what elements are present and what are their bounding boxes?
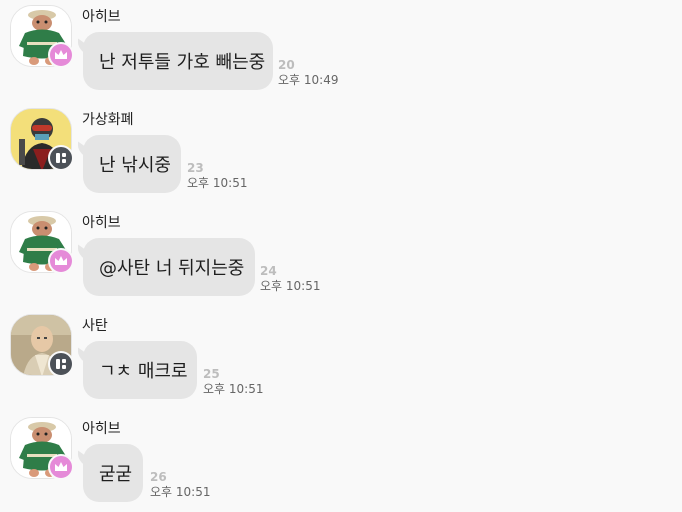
message-bubble[interactable]: 난 낚시중 <box>83 135 181 193</box>
message-bubble[interactable]: 난 저투들 가호 빼는중 <box>83 32 273 90</box>
message-meta: 24 오후 10:51 <box>260 264 320 294</box>
message-bubble[interactable]: 굳굳 <box>83 444 143 502</box>
grid-icon <box>48 351 74 377</box>
unread-count: 24 <box>260 264 277 278</box>
grid-icon <box>48 145 74 171</box>
message-meta: 26 오후 10:51 <box>150 470 210 500</box>
unread-count: 26 <box>150 470 167 484</box>
timestamp: 오후 10:51 <box>260 279 321 293</box>
chat-message: 사탄 ㄱㅊ 매크로 25 오후 10:51 <box>0 309 682 409</box>
message-bubble[interactable]: ㄱㅊ 매크로 <box>83 341 197 399</box>
chat-message: 가상화폐 난 낚시중 23 오후 10:51 <box>0 103 682 203</box>
timestamp: 오후 10:49 <box>278 73 339 87</box>
unread-count: 20 <box>278 58 295 72</box>
crown-icon <box>48 42 74 68</box>
chat-log[interactable]: 아히브 난 저투들 가호 빼는중 20 오후 10:49 가상화폐 난 낚시중 … <box>0 0 682 510</box>
timestamp: 오후 10:51 <box>187 176 248 190</box>
message-bubble[interactable]: @사탄 너 뒤지는중 <box>83 238 255 296</box>
message-meta: 20 오후 10:49 <box>278 58 338 88</box>
sender-name: 사탄 <box>82 318 108 334</box>
chat-message: 아히브 난 저투들 가호 빼는중 20 오후 10:49 <box>0 0 682 100</box>
chat-message: 아히브 @사탄 너 뒤지는중 24 오후 10:51 <box>0 206 682 306</box>
timestamp: 오후 10:51 <box>203 382 264 396</box>
unread-count: 25 <box>203 367 220 381</box>
sender-name: 아히브 <box>82 421 121 437</box>
chat-message: 아히브 굳굳 26 오후 10:51 <box>0 412 682 512</box>
sender-name: 가상화폐 <box>82 112 134 128</box>
sender-name: 아히브 <box>82 9 121 25</box>
unread-count: 23 <box>187 161 204 175</box>
sender-name: 아히브 <box>82 215 121 231</box>
timestamp: 오후 10:51 <box>150 485 211 499</box>
message-meta: 25 오후 10:51 <box>203 367 263 397</box>
crown-icon <box>48 248 74 274</box>
crown-icon <box>48 454 74 480</box>
message-meta: 23 오후 10:51 <box>187 161 247 191</box>
